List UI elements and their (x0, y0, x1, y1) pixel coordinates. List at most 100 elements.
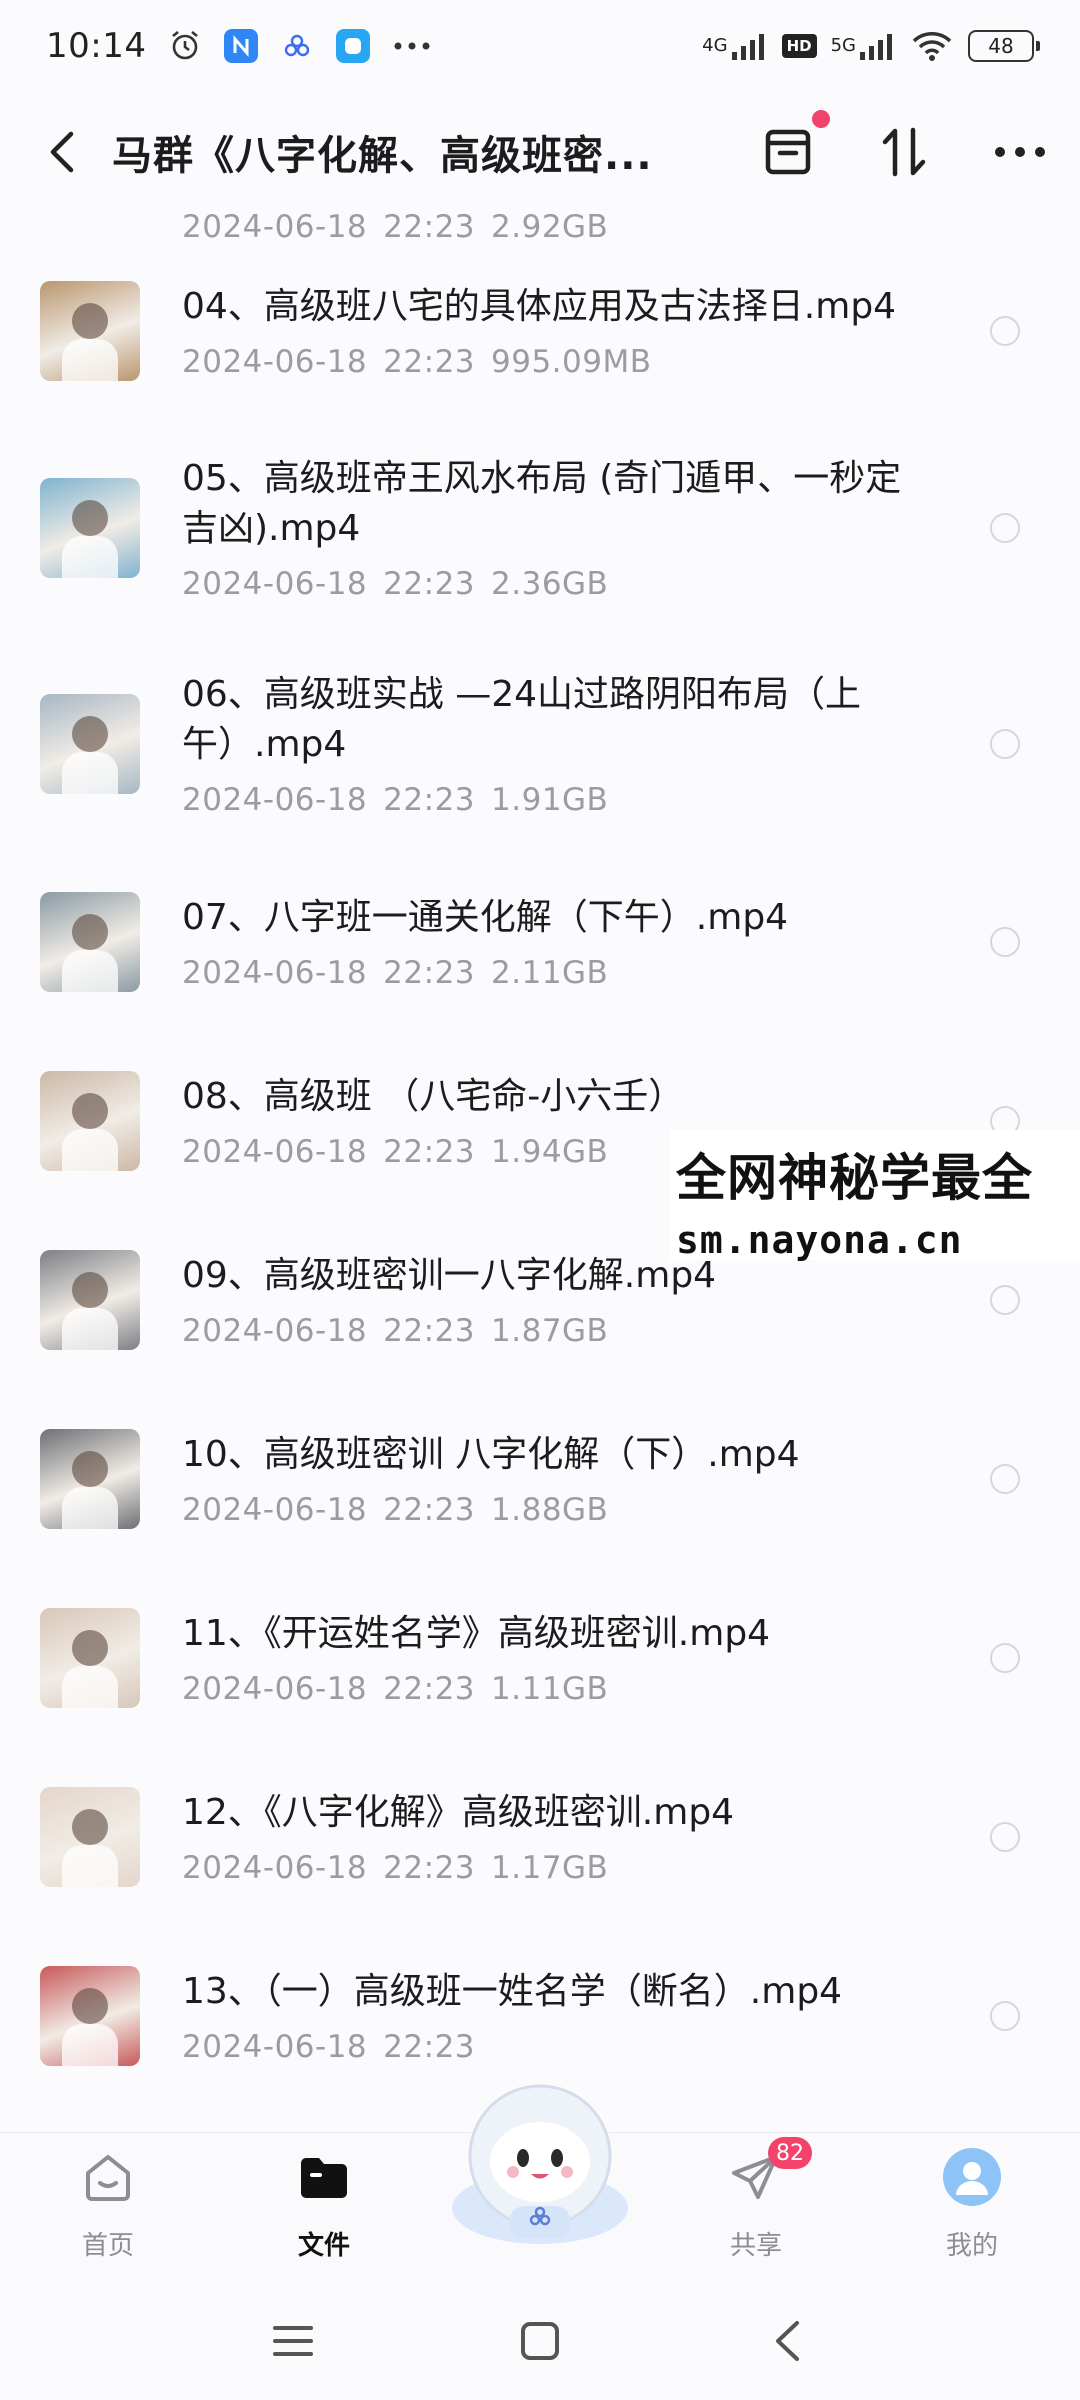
more-button[interactable] (992, 124, 1048, 180)
thumbnail-figure (72, 1808, 108, 1845)
select-radio[interactable] (990, 513, 1020, 543)
menu-nav-button[interactable] (263, 2311, 323, 2371)
thumbnail-figure-body (62, 1486, 118, 1529)
video-thumbnail (40, 1249, 140, 1350)
file-row[interactable]: 06、高级班实战 —24山过路阴阳布局（上午）.mp4 2024-06-18 22:… (0, 636, 1080, 852)
watermark-line-1: 全网神秘学最全 (676, 1149, 1033, 1207)
thumbnail-figure (72, 302, 108, 339)
thumbnail-figure-body (62, 1844, 118, 1887)
file-row[interactable]: 04、高级班八宅的具体应用及古法择日.mp4 2024-06-18 22:23 995… (0, 241, 1080, 420)
file-size: 995.09MB (491, 343, 652, 380)
file-meta: 2024-06-18 22:23 1.87GB (182, 1313, 932, 1349)
thumbnail-figure (72, 1271, 108, 1308)
file-info: 10、高级班密训 八字化解（下）.mp4 2024-06-18 22:23 1.88G… (182, 1430, 932, 1528)
select-radio[interactable] (990, 1821, 1020, 1852)
back-chevron-icon (775, 2321, 799, 2361)
net1-label: 4G (702, 35, 728, 56)
select-radio[interactable] (990, 729, 1020, 759)
file-row[interactable]: 12、《八字化解》高级班密训.mp4 2024-06-18 22:23 1.17GB (0, 1747, 1080, 1926)
file-name: 04、高级班八宅的具体应用及古法择日.mp4 (182, 285, 897, 327)
file-time: 22:23 (383, 782, 476, 818)
app-notification-icon (336, 29, 371, 63)
file-row[interactable]: 07、八字班一通关化解（下午）.mp4 2024-06-18 22:23 2.11GB (0, 852, 1080, 1031)
status-bar: 10:14 4G HD 5G 48 (0, 0, 1080, 92)
ai-assistant-mascot-button[interactable] (445, 2078, 635, 2248)
file-row[interactable]: 11、《开运姓名学》高级班密训.mp4 2024-06-18 22:23 1.11GB (0, 1568, 1080, 1747)
mascot-icon (452, 2084, 628, 2244)
tab-files[interactable]: 文件 (216, 2133, 432, 2282)
select-radio[interactable] (990, 1463, 1020, 1494)
file-time: 22:23 (383, 1491, 476, 1528)
select-radio[interactable] (990, 926, 1020, 957)
file-time: 22:23 (383, 343, 476, 380)
video-thumbnail (40, 1607, 140, 1708)
system-nav-bar (0, 2282, 1080, 2400)
file-size: 1.91GB (491, 782, 609, 818)
file-date: 2024-06-18 (182, 566, 368, 602)
file-name: 10、高级班密训 八字化解（下）.mp4 (182, 1433, 800, 1475)
file-row[interactable]: 2024-06-18 22:23 2.92GB (0, 212, 1080, 245)
send-icon: 82 (726, 2137, 812, 2207)
file-time: 22:23 (383, 1312, 476, 1349)
file-info: 2024-06-18 22:23 2.92GB (182, 212, 932, 245)
file-info: 05、高级班帝王风水布局 (奇门遁甲、一秒定吉凶).mp4 2024-06-18 2… (182, 454, 932, 602)
select-radio[interactable] (990, 315, 1020, 346)
home-nav-button[interactable] (510, 2311, 570, 2371)
select-radio[interactable] (990, 2000, 1020, 2031)
back-arrow-icon (50, 131, 74, 173)
file-size: 1.17GB (491, 1849, 609, 1886)
tab-me[interactable]: 我的 (864, 2133, 1080, 2282)
thumbnail-figure (72, 1629, 108, 1666)
file-size: 2.92GB (491, 212, 609, 245)
file-time: 22:23 (383, 1670, 476, 1707)
status-left: 10:14 (46, 26, 432, 66)
tab-home-label: 首页 (81, 2231, 134, 2261)
sort-button[interactable] (876, 124, 932, 180)
video-thumbnail (40, 694, 140, 794)
file-date: 2024-06-18 (182, 212, 368, 245)
video-thumbnail (40, 1965, 140, 2066)
file-date: 2024-06-18 (182, 1849, 368, 1886)
video-thumbnail (40, 280, 140, 381)
nfc-app-icon (224, 29, 259, 63)
file-time: 22:23 (383, 954, 476, 991)
watermark-overlay: 全网神秘学最全 sm.nayona.cn (670, 1130, 1080, 1262)
file-date: 2024-06-18 (182, 1312, 368, 1349)
transfer-list-button[interactable] (760, 110, 830, 180)
thumbnail-figure-body (62, 1128, 118, 1171)
file-meta: 2024-06-18 22:23 1.11GB (182, 1671, 932, 1707)
wifi-icon (910, 30, 954, 62)
select-radio[interactable] (990, 1284, 1020, 1315)
select-radio[interactable] (990, 1642, 1020, 1673)
file-time: 22:23 (383, 1849, 476, 1886)
file-row[interactable]: 05、高级班帝王风水布局 (奇门遁甲、一秒定吉凶).mp4 2024-06-18 2… (0, 420, 1080, 636)
file-time: 22:23 (383, 1133, 476, 1170)
tab-home[interactable]: 首页 (0, 2133, 216, 2282)
file-size: 1.88GB (491, 1491, 609, 1528)
file-date: 2024-06-18 (182, 343, 368, 380)
file-info: 04、高级班八宅的具体应用及古法择日.mp4 2024-06-18 22:23 995… (182, 282, 932, 380)
net2-label: 5G (830, 35, 856, 56)
file-info: 06、高级班实战 —24山过路阴阳布局（上午）.mp4 2024-06-18 22:… (182, 670, 932, 818)
avatar-icon (942, 2147, 1002, 2207)
file-info: 07、八字班一通关化解（下午）.mp4 2024-06-18 22:23 2.11GB (182, 893, 932, 991)
file-name: 08、高级班 （八宅命-小六壬） (182, 1075, 685, 1117)
file-meta: 2024-06-18 22:23 2.36GB (182, 566, 932, 602)
back-nav-button[interactable] (757, 2311, 817, 2371)
page-title: 马群《八字化解、高级班密... (112, 133, 653, 179)
back-button[interactable] (40, 122, 84, 182)
file-meta: 2024-06-18 22:23 2.11GB (182, 955, 932, 991)
tab-share[interactable]: 82 共享 (648, 2133, 864, 2282)
file-date: 2024-06-18 (182, 2028, 368, 2065)
file-row[interactable]: 10、高级班密训 八字化解（下）.mp4 2024-06-18 22:23 1.88G… (0, 1389, 1080, 1568)
signal-5g-icon: 5G (831, 32, 896, 60)
video-thumbnail (40, 1786, 140, 1887)
video-thumbnail (40, 1428, 140, 1529)
file-size: 1.87GB (491, 1312, 609, 1349)
share-badge: 82 (768, 2137, 812, 2169)
thumbnail-figure-body (62, 949, 118, 992)
file-info: 12、《八字化解》高级班密训.mp4 2024-06-18 22:23 1.17GB (182, 1788, 932, 1886)
file-size: 1.11GB (491, 1670, 609, 1707)
thumbnail-figure-body (62, 338, 118, 381)
file-time: 22:23 (383, 566, 476, 602)
